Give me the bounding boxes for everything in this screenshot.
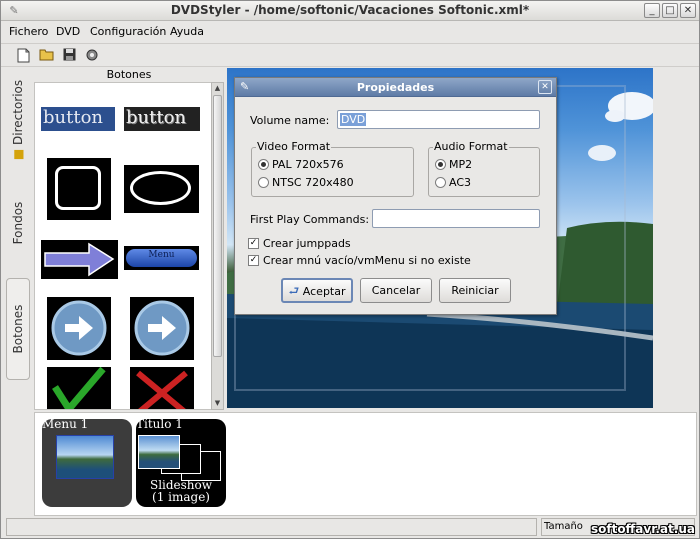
radio-pal-label: PAL 720x576 <box>272 158 344 171</box>
button-style-check[interactable] <box>47 366 111 409</box>
maximize-button[interactable]: □ <box>662 3 678 18</box>
settings-icon[interactable] <box>84 48 99 63</box>
radio-ac3-label: AC3 <box>449 176 472 189</box>
buttons-panel-header: Botones <box>106 68 152 81</box>
button-style-ellipse-frame[interactable] <box>124 165 199 213</box>
volume-name-input[interactable]: DVD <box>337 110 540 129</box>
scroll-down-icon[interactable]: ▼ <box>212 398 223 409</box>
first-play-label: First Play Commands: <box>250 213 370 226</box>
buttons-panel: button button Menu <box>34 82 212 410</box>
tab-botones-label: Botones <box>11 304 25 354</box>
slideshow-count-label: (1 image) <box>152 490 210 504</box>
radio-mp2[interactable] <box>435 159 446 170</box>
tab-fondos[interactable]: Fondos <box>6 184 30 262</box>
button-style-text-shadow[interactable]: button <box>124 107 200 131</box>
window-title: DVDStyler - /home/softonic/Vacaciones So… <box>170 3 530 17</box>
radio-mp2-label: MP2 <box>449 158 473 171</box>
watermark: softoffavr.at.ua <box>590 522 695 536</box>
button-style-arrow[interactable] <box>41 240 118 279</box>
volume-name-value: DVD <box>340 113 367 126</box>
save-icon[interactable] <box>62 48 77 63</box>
menu-configuracion[interactable]: Configuración <box>90 25 166 38</box>
accept-button[interactable]: ⮐ Aceptar <box>281 278 353 303</box>
empty-menu-label: Crear mnú vacío/vmMenu si no existe <box>263 254 471 267</box>
tab-directorios[interactable]: ■ Directorios <box>6 68 30 171</box>
menu-dvd[interactable]: DVD <box>56 25 80 38</box>
tab-directorios-label: Directorios <box>11 79 25 145</box>
buttons-panel-scrollbar[interactable]: ▲ ▼ <box>211 82 224 410</box>
menu-thumbnail[interactable]: Menu 1 <box>42 417 132 507</box>
video-format-group: Video Format PAL 720x576 NTSC 720x480 <box>251 140 414 197</box>
scrollbar-thumb[interactable] <box>213 95 222 357</box>
tab-fondos-label: Fondos <box>11 201 25 245</box>
titleset-strip: Menu 1 Título 1 Slideshow (1 image) <box>34 412 697 516</box>
accept-button-label: Aceptar <box>302 285 346 298</box>
volume-name-label: Volume name: <box>250 114 330 127</box>
jumppads-checkbox[interactable]: ✓ <box>248 238 259 249</box>
button-style-square-frame[interactable] <box>47 158 111 220</box>
accept-arrow-icon: ⮐ <box>288 284 300 298</box>
empty-menu-checkbox[interactable]: ✓ <box>248 255 259 266</box>
menu-thumbnail-label: Menu 1 <box>42 417 89 431</box>
minimize-button[interactable]: _ <box>644 3 660 18</box>
cancel-button[interactable]: Cancelar <box>360 278 432 303</box>
reset-button-label: Reiniciar <box>451 284 499 297</box>
cancel-button-label: Cancelar <box>371 284 421 297</box>
radio-ac3[interactable] <box>435 177 446 188</box>
button-style-pill[interactable]: Menu <box>124 246 199 270</box>
new-file-icon[interactable] <box>16 48 31 63</box>
dialog-app-icon: ✎ <box>240 80 250 93</box>
radio-pal[interactable] <box>258 159 269 170</box>
reset-button[interactable]: Reiniciar <box>439 278 511 303</box>
dialog-title: Propiedades <box>356 81 435 94</box>
properties-dialog: ✎ Propiedades ✕ Volume name: DVD Video F… <box>234 77 557 315</box>
toolbar <box>1 43 699 67</box>
title-thumbnail[interactable]: Título 1 Slideshow (1 image) <box>136 417 226 507</box>
close-button[interactable]: ✕ <box>680 3 696 18</box>
folder-icon: ■ <box>11 148 25 160</box>
video-format-label: Video Format <box>256 140 332 153</box>
menu-fichero[interactable]: Fichero <box>9 25 48 38</box>
status-left <box>6 518 537 536</box>
jumppads-label: Crear jumppads <box>263 237 351 250</box>
scroll-up-icon[interactable]: ▲ <box>212 83 223 94</box>
button-style-round-arrow-2[interactable] <box>130 297 194 360</box>
main-window: ✎ DVDStyler - /home/softonic/Vacaciones … <box>0 0 700 539</box>
title-bar[interactable]: ✎ DVDStyler - /home/softonic/Vacaciones … <box>1 1 699 21</box>
menu-ayuda[interactable]: Ayuda <box>170 25 204 38</box>
radio-ntsc[interactable] <box>258 177 269 188</box>
button-style-text[interactable]: button <box>41 107 115 131</box>
open-folder-icon[interactable] <box>39 48 54 63</box>
first-play-input[interactable] <box>372 209 540 228</box>
audio-format-group: Audio Format MP2 AC3 <box>428 140 540 197</box>
menu-thumbnail-image <box>56 435 114 479</box>
dialog-title-bar[interactable]: ✎ Propiedades ✕ <box>235 78 556 97</box>
radio-ntsc-label: NTSC 720x480 <box>272 176 354 189</box>
tab-botones[interactable]: Botones <box>6 278 30 380</box>
slideshow-image <box>138 435 180 469</box>
menu-bar: Fichero DVD Configuración Ayuda <box>1 22 699 42</box>
title-thumbnail-label: Título 1 <box>136 417 183 431</box>
button-style-cross[interactable] <box>130 367 194 409</box>
dialog-close-icon[interactable]: ✕ <box>538 80 552 94</box>
audio-format-label: Audio Format <box>433 140 509 153</box>
button-style-round-arrow[interactable] <box>47 297 111 360</box>
